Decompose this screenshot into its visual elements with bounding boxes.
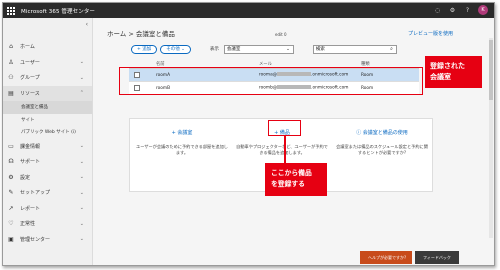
more-button[interactable]: その他 ⌄ [160,44,191,54]
sidebar-item-users[interactable]: ♙ ユーザー ⌄ [3,55,92,71]
chevron-down-icon: ⌄ [79,74,84,81]
equipment-callout-line1: ここから備品 [271,169,312,177]
chevron-down-icon: ⌄ [286,46,290,52]
filter-select-value: 会議室 [226,46,241,52]
sidebar-item-label: リソース [20,90,40,97]
chevron-down-icon: ⌄ [79,143,84,150]
admin-centers-icon: ▣ [8,235,14,243]
billing-icon: ▭ [8,142,14,150]
sidebar-item-billing[interactable]: ▭ 課金情報 ⌄ [3,139,92,155]
sidebar-item-resources[interactable]: ▤ リソース ⌃ [3,85,92,101]
sidebar-item-support[interactable]: ☊ サポート ⌄ [3,154,92,170]
chevron-down-icon: ⌄ [181,46,185,52]
setup-icon: ✎ [8,189,14,197]
chevron-down-icon: ⌄ [79,205,84,212]
search-input[interactable]: 検索 ⌕ [312,44,397,54]
sidebar-item-reports[interactable]: ↗ レポート ⌄ [3,201,92,217]
add-button[interactable]: + 追加 [131,44,158,54]
resources-icon: ▤ [8,89,14,97]
preview-link[interactable]: プレビュー版を使用 [408,30,453,37]
equipment-callout-line2: を登録する [271,180,305,188]
equipment-callout: ここから備品 を登録する [265,163,327,196]
collapse-sidebar-icon[interactable]: ‹ [86,21,88,28]
sidebar-subitem-sites[interactable]: サイト [3,114,92,127]
help-icon[interactable]: ? [463,6,472,15]
home-icon: ⌂ [9,43,13,51]
add-room-link[interactable]: + 会議室 [134,129,230,136]
filter-label: 表示 [209,47,219,52]
sidebar-item-setup[interactable]: ✎ セットアップ ⌄ [3,185,92,201]
breadcrumb: ホーム > 会議室と備品 [107,30,175,38]
search-icon: ⌕ [390,45,393,52]
usage-link[interactable]: ⓘ 会議室と備品の使用 [334,129,430,136]
callout-connector [284,136,286,163]
sidebar-item-groups[interactable]: ⚇ グループ ⌄ [3,70,92,86]
scrollbar-thumb[interactable] [489,40,493,100]
sidebar-item-settings[interactable]: ⚙ 設定 ⌄ [3,170,92,186]
chevron-down-icon: ⌄ [79,236,84,243]
sidebar-item-label: ユーザー [20,59,40,66]
sidebar-subitem-rooms-equipment[interactable]: 会議室と備品 [3,101,92,114]
add-room-section: + 会議室 ユーザーが会議のために予約できる部屋を追加します。 [134,129,230,156]
usage-description: 会議室または備品のスケジュール設定と予約に関するヒントが必要ですか? [336,144,428,155]
sidebar-item-label: サポート [20,159,41,166]
add-equipment-description: 自動車やプロジェクターなど、ユーザーが予約できる備品を追加します。 [236,144,328,155]
main-content: ホーム > 会議室と備品 edit 0 プレビュー版を使用 + 追加 その他 ⌄… [93,18,494,265]
sidebar-nav: ⌂ ホーム ♙ ユーザー ⌄ ⚇ グループ ⌄ ▤ リソース ⌃ 会議室と備品 … [3,39,92,247]
sidebar-item-admin-centers[interactable]: ▣ 管理センター ⌄ [3,232,92,248]
sidebar-item-label: 課金情報 [20,143,41,150]
sidebar-item-label: ホーム [20,44,35,51]
app-window: Microsoft 365 管理センター ◌ ⚙ ? K ‹ ⌂ ホーム ♙ ユ… [2,2,495,266]
chevron-down-icon: ⌄ [79,59,84,66]
sidebar: ‹ ⌂ ホーム ♙ ユーザー ⌄ ⚇ グループ ⌄ ▤ リソース ⌃ 会議室と備… [3,18,93,265]
sidebar-item-label: セットアップ [20,190,51,197]
app-title: Microsoft 365 管理センター [21,8,96,15]
rooms-callout-line1: 登録された [430,62,465,70]
sidebar-item-label: レポート [20,205,41,212]
sidebar-item-label: 設定 [20,174,31,181]
usage-section: ⓘ 会議室と備品の使用 会議室または備品のスケジュール設定と予約に関するヒントが… [334,129,430,156]
rooms-callout-line2: 会議室 [430,73,451,81]
reports-icon: ↗ [8,204,14,212]
top-bar: Microsoft 365 管理センター ◌ ⚙ ? K [3,3,494,18]
sidebar-subitem-public-website[interactable]: パブリック Web サイト (i) [3,126,92,139]
highlight-equipment-box [268,120,301,136]
more-button-label: その他 [166,46,180,52]
search-placeholder: 検索 [315,46,325,52]
sidebar-item-label: 管理センター [20,236,51,243]
sidebar-item-label: 正常性 [20,221,36,228]
filter-select[interactable]: 会議室 ⌄ [223,44,294,54]
app-launcher-icon[interactable] [6,6,16,16]
sidebar-item-home[interactable]: ⌂ ホーム [3,39,92,55]
user-icon: ♙ [8,58,14,66]
edit-label: edit 0 [275,32,287,37]
sidebar-item-health[interactable]: ♡ 正常性 ⌄ [3,216,92,232]
chevron-up-icon: ⌃ [79,90,84,97]
toolbar: + 追加 その他 ⌄ 表示 会議室 ⌄ 検索 ⌕ [131,44,397,54]
chevron-down-icon: ⌄ [79,189,84,196]
notification-icon[interactable]: ◌ [433,6,442,15]
health-icon: ♡ [8,220,14,228]
feedback-button[interactable]: フィードバック [415,251,459,264]
settings-icon[interactable]: ⚙ [448,6,457,15]
group-icon: ⚇ [8,74,14,82]
avatar[interactable]: K [478,5,488,15]
support-icon: ☊ [8,158,14,166]
rooms-callout: 登録された 会議室 [425,56,482,88]
help-button[interactable]: ヘルプが必要ですか? [360,251,412,264]
sidebar-item-label: グループ [20,75,40,82]
chevron-down-icon: ⌄ [79,174,84,181]
chevron-down-icon: ⌄ [79,158,84,165]
chevron-down-icon: ⌄ [79,220,84,227]
settings-icon: ⚙ [8,173,14,181]
highlight-rooms-box [119,67,423,95]
add-room-description: ユーザーが会議のために予約できる部屋を追加します。 [136,144,228,155]
